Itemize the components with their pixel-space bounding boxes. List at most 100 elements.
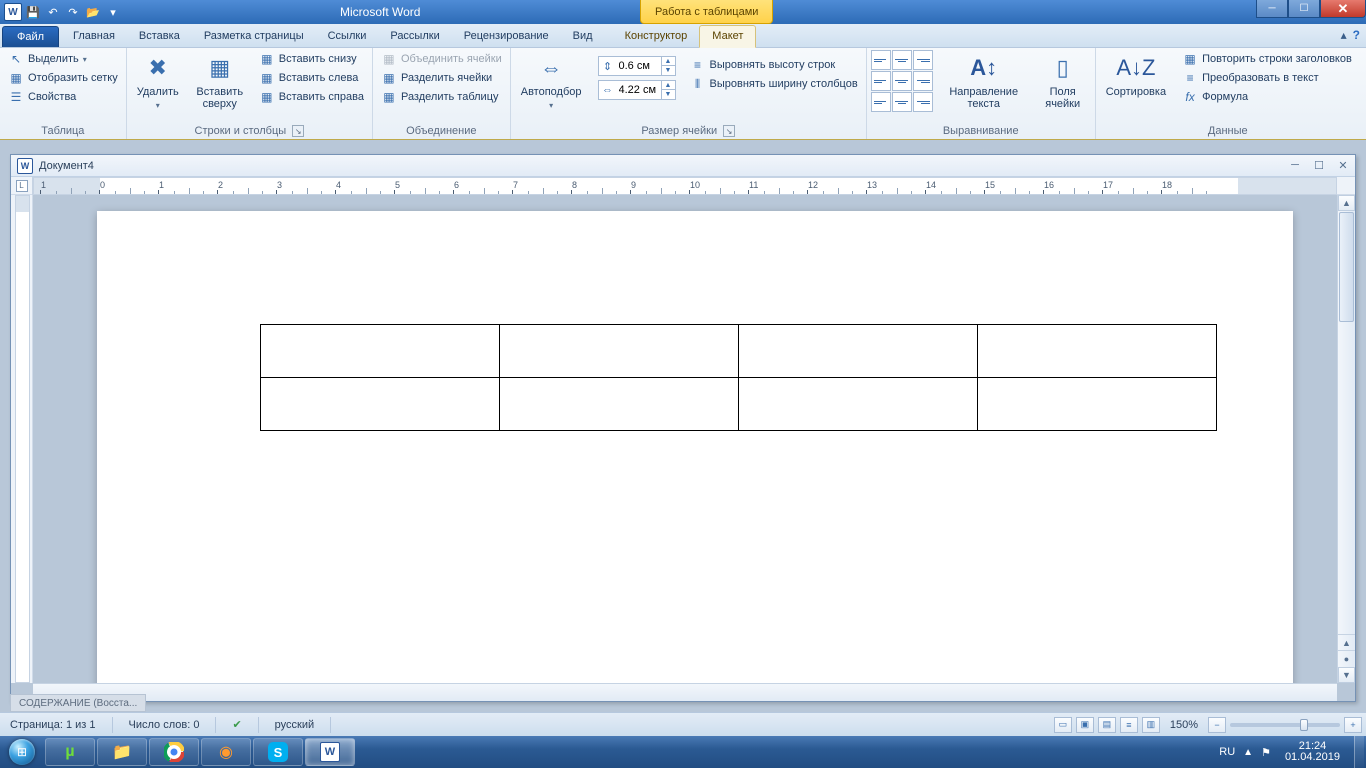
document-table[interactable]	[260, 324, 1217, 431]
cell-margins-button[interactable]: ▯ Поля ячейки	[1035, 50, 1091, 112]
minimize-button[interactable]: ─	[1256, 0, 1288, 18]
table-cell[interactable]	[739, 378, 978, 431]
qat-customize-icon[interactable]: ▾	[104, 3, 122, 21]
tray-show-hidden-icon[interactable]: ▲	[1243, 747, 1253, 758]
tab-selector[interactable]: L	[11, 177, 33, 195]
tab-references[interactable]: Ссылки	[316, 26, 379, 47]
insert-right-button[interactable]: ▦Вставить справа	[255, 88, 368, 106]
view-web[interactable]: ▤	[1098, 717, 1116, 733]
cell-size-dialog-launcher[interactable]: ↘	[723, 125, 735, 137]
insert-left-button[interactable]: ▦Вставить слева	[255, 69, 368, 87]
ribbon-minimize-icon[interactable]: ▴	[1341, 28, 1347, 42]
align-tr[interactable]	[913, 50, 933, 70]
distribute-rows-button[interactable]: ≡Выровнять высоту строк	[686, 56, 862, 74]
taskbar-utorrent[interactable]: µ	[45, 738, 95, 766]
delete-button[interactable]: ✖ Удалить ▾	[131, 50, 185, 114]
insert-above-button[interactable]: ▦ Вставить сверху	[189, 50, 251, 112]
status-page[interactable]: Страница: 1 из 1	[4, 719, 102, 731]
qat-open-icon[interactable]: 📂	[84, 3, 102, 21]
qat-save-icon[interactable]: 💾	[24, 3, 42, 21]
tray-language[interactable]: RU	[1219, 746, 1235, 758]
row-height-input[interactable]	[617, 57, 661, 75]
show-desktop-button[interactable]	[1354, 736, 1364, 768]
row-height-down[interactable]: ▼	[661, 66, 675, 75]
convert-to-text-button[interactable]: ≡Преобразовать в текст	[1178, 69, 1356, 87]
tab-insert[interactable]: Вставка	[127, 26, 192, 47]
tab-home[interactable]: Главная	[61, 26, 127, 47]
tray-clock[interactable]: 21:24 01.04.2019	[1279, 741, 1346, 763]
taskbar-skype[interactable]: S	[253, 738, 303, 766]
doc-minimize-button[interactable]: ─	[1287, 158, 1303, 172]
document-page[interactable]	[97, 211, 1293, 701]
align-tc[interactable]	[892, 50, 912, 70]
autofit-button[interactable]: ⇔ Автоподбор ▾	[515, 50, 588, 114]
close-button[interactable]: ✕	[1320, 0, 1366, 18]
taskbar-media-player[interactable]: ◉	[201, 738, 251, 766]
align-br[interactable]	[913, 92, 933, 112]
taskbar-chrome[interactable]	[149, 738, 199, 766]
tab-table-layout[interactable]: Макет	[699, 25, 756, 48]
tab-file[interactable]: Файл	[2, 26, 59, 47]
prev-page-button[interactable]: ▲	[1338, 634, 1355, 650]
zoom-in-button[interactable]: +	[1344, 717, 1362, 733]
maximize-button[interactable]: ☐	[1288, 0, 1320, 18]
table-cell[interactable]	[261, 325, 500, 378]
tab-review[interactable]: Рецензирование	[452, 26, 561, 47]
taskbar-word[interactable]: W	[305, 738, 355, 766]
zoom-out-button[interactable]: −	[1208, 717, 1226, 733]
status-spellcheck[interactable]: ✔	[226, 718, 247, 731]
formula-button[interactable]: fxФормула	[1178, 88, 1356, 106]
col-width-input[interactable]	[617, 81, 661, 99]
select-button[interactable]: ↖Выделить▾	[4, 50, 122, 68]
help-icon[interactable]: ?	[1353, 28, 1360, 42]
tab-page-layout[interactable]: Разметка страницы	[192, 26, 316, 47]
start-button[interactable]: ⊞	[0, 736, 44, 768]
browse-object-button[interactable]: ●	[1338, 650, 1355, 666]
tab-mailings[interactable]: Рассылки	[378, 26, 451, 47]
view-gridlines-button[interactable]: ▦Отобразить сетку	[4, 69, 122, 87]
col-width-up[interactable]: ▲	[661, 81, 675, 90]
align-mc[interactable]	[892, 71, 912, 91]
zoom-level[interactable]: 150%	[1164, 719, 1204, 731]
horizontal-ruler[interactable]: 10123456789101112131415161718	[33, 177, 1337, 195]
vertical-ruler[interactable]	[15, 195, 30, 683]
qat-undo-icon[interactable]: ↶	[44, 3, 62, 21]
status-language[interactable]: русский	[269, 719, 320, 731]
text-direction-button[interactable]: A↕ Направление текста	[941, 50, 1027, 112]
table-cell[interactable]	[500, 378, 739, 431]
scroll-down-button[interactable]: ▼	[1338, 667, 1355, 683]
distribute-cols-button[interactable]: ⦀Выровнять ширину столбцов	[686, 75, 862, 93]
col-width-down[interactable]: ▼	[661, 90, 675, 99]
view-print-layout[interactable]: ▭	[1054, 717, 1072, 733]
zoom-slider-knob[interactable]	[1300, 719, 1308, 731]
row-height-up[interactable]: ▲	[661, 57, 675, 66]
status-word-count[interactable]: Число слов: 0	[123, 719, 206, 731]
table-cell[interactable]	[500, 325, 739, 378]
view-draft[interactable]: ▥	[1142, 717, 1160, 733]
align-mr[interactable]	[913, 71, 933, 91]
scroll-up-button[interactable]: ▲	[1338, 195, 1355, 211]
minimized-doc-tab[interactable]: СОДЕРЖАНИЕ (Восста...	[10, 694, 146, 712]
repeat-header-button[interactable]: ▦Повторить строки заголовков	[1178, 50, 1356, 68]
align-ml[interactable]	[871, 71, 891, 91]
doc-maximize-button[interactable]: ☐	[1311, 158, 1327, 172]
view-outline[interactable]: ≡	[1120, 717, 1138, 733]
row-height-spinner[interactable]: ⇕ ▲▼	[598, 56, 676, 76]
doc-close-button[interactable]: ✕	[1335, 158, 1351, 172]
sort-button[interactable]: A↓Z Сортировка	[1100, 50, 1172, 100]
table-cell[interactable]	[739, 325, 978, 378]
horizontal-scrollbar[interactable]	[33, 683, 1337, 701]
qat-redo-icon[interactable]: ↷	[64, 3, 82, 21]
col-width-spinner[interactable]: ⇔ ▲▼	[598, 80, 676, 100]
insert-below-button[interactable]: ▦Вставить снизу	[255, 50, 368, 68]
tab-view[interactable]: Вид	[561, 26, 605, 47]
taskbar-explorer[interactable]: 📁	[97, 738, 147, 766]
table-cell[interactable]	[978, 325, 1217, 378]
tray-action-center-icon[interactable]: ⚑	[1261, 746, 1271, 759]
split-cells-button[interactable]: ▦Разделить ячейки	[377, 69, 506, 87]
table-cell[interactable]	[261, 378, 500, 431]
scroll-thumb[interactable]	[1339, 212, 1354, 322]
split-table-button[interactable]: ▦Разделить таблицу	[377, 88, 506, 106]
view-fullscreen[interactable]: ▣	[1076, 717, 1094, 733]
tab-table-design[interactable]: Конструктор	[613, 26, 700, 47]
